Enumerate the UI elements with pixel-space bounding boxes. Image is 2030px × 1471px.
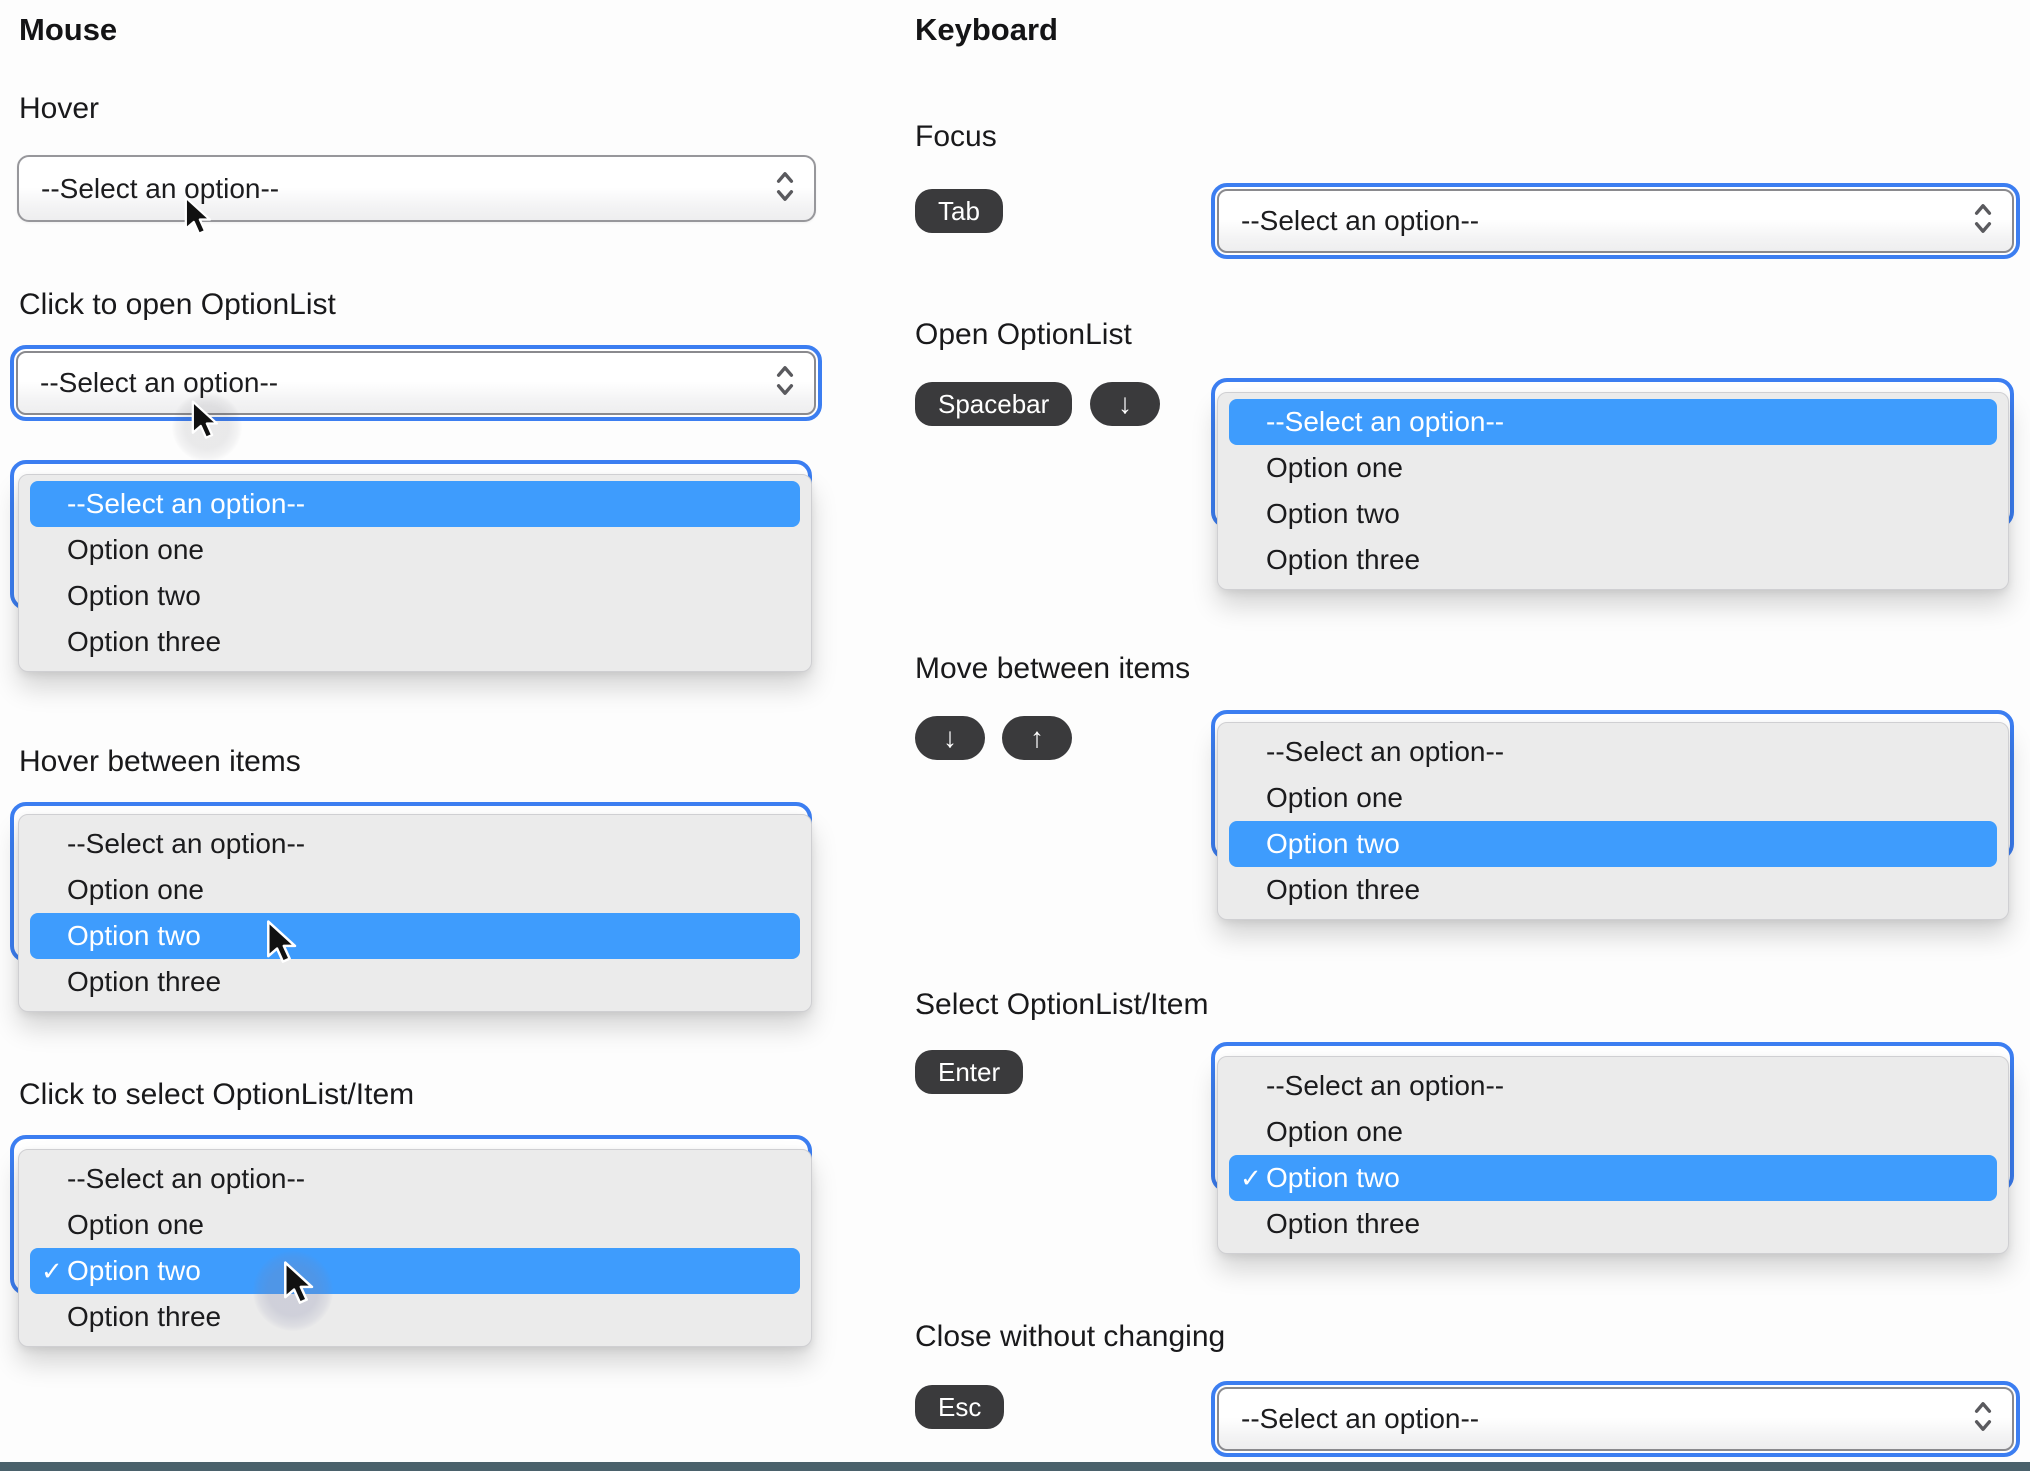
optionlist-item-selected[interactable]: ✓ Option two xyxy=(1229,1155,1997,1201)
select-hover[interactable]: --Select an option-- xyxy=(17,155,816,222)
optionlist-item[interactable]: Option three xyxy=(19,959,811,1005)
optionlist-item-hovered[interactable]: Option two xyxy=(30,913,800,959)
optionlist-item-selected[interactable]: --Select an option-- xyxy=(1229,399,1997,445)
optionlist-panel: --Select an option-- Option one Option t… xyxy=(18,474,812,672)
optionlist-item[interactable]: Option one xyxy=(19,1202,811,1248)
key-spacebar: Spacebar xyxy=(915,382,1073,426)
optionlist-item[interactable]: Option one xyxy=(19,527,811,573)
optionlist-item[interactable]: --Select an option-- xyxy=(19,1156,811,1202)
optionlist-item[interactable]: --Select an option-- xyxy=(1218,729,2008,775)
optionlist-panel: --Select an option-- Option one Option t… xyxy=(1217,722,2009,920)
section-label-click-select: Click to select OptionList/Item xyxy=(19,1078,415,1111)
select-value: --Select an option-- xyxy=(1241,205,1480,236)
optionlist-hover-items: --Select an option-- Option one Option t… xyxy=(10,802,818,1018)
select-value: --Select an option-- xyxy=(41,172,280,204)
mouse-cursor-icon xyxy=(282,1261,320,1310)
optionlist-item[interactable]: Option three xyxy=(1218,1201,2008,1247)
key-arrow-up: ↑ xyxy=(1002,716,1072,760)
optionlist-item[interactable]: Option two xyxy=(1218,491,2008,537)
optionlist-item[interactable]: --Select an option-- xyxy=(1218,1063,2008,1109)
key-esc: Esc xyxy=(915,1385,1005,1429)
optionlist-item-selected[interactable]: --Select an option-- xyxy=(30,481,800,527)
chevron-updown-icon xyxy=(774,169,796,208)
optionlist-panel: --Select an option-- Option one ✓ Option… xyxy=(1217,1056,2009,1254)
chevron-updown-icon xyxy=(1972,202,1994,241)
optionlist-item[interactable]: Option three xyxy=(1218,537,2008,583)
keyboard-column-title: Keyboard xyxy=(915,12,1058,47)
key-arrow-down: ↓ xyxy=(1090,382,1160,426)
select-click-open-focused[interactable]: --Select an option-- xyxy=(10,345,822,421)
optionlist-item[interactable]: Option one xyxy=(1218,1109,2008,1155)
select-close-focused[interactable]: --Select an option-- xyxy=(1211,1381,2020,1457)
select-value: --Select an option-- xyxy=(40,367,279,398)
optionlist-click-open: --Select an option-- Option one Option t… xyxy=(10,460,818,684)
optionlist-item[interactable]: Option three xyxy=(19,1294,811,1340)
key-arrow-down: ↓ xyxy=(915,716,985,760)
optionlist-select: --Select an option-- Option one ✓ Option… xyxy=(1211,1042,2014,1260)
bottom-divider xyxy=(0,1462,2030,1471)
optionlist-item[interactable]: --Select an option-- xyxy=(19,821,811,867)
optionlist-item[interactable]: Option one xyxy=(1218,445,2008,491)
optionlist-click-select: --Select an option-- Option one ✓ Option… xyxy=(10,1135,818,1351)
checkmark-icon: ✓ xyxy=(41,1256,63,1286)
optionlist-open: --Select an option-- Option one Option t… xyxy=(1211,378,2014,602)
mouse-cursor-icon xyxy=(183,196,217,241)
section-label-click-open: Click to open OptionList xyxy=(19,288,336,321)
optionlist-panel: --Select an option-- Option one Option t… xyxy=(1217,392,2009,590)
section-label-hover: Hover xyxy=(19,92,100,125)
key-tab: Tab xyxy=(915,189,1003,233)
optionlist-item[interactable]: Option three xyxy=(19,619,811,665)
mouse-cursor-icon xyxy=(265,920,303,969)
optionlist-item-active[interactable]: Option two xyxy=(1229,821,1997,867)
optionlist-item[interactable]: Option two xyxy=(19,573,811,619)
optionlist-item[interactable]: Option one xyxy=(19,867,811,913)
section-label-hover-items: Hover between items xyxy=(19,745,301,778)
chevron-updown-icon xyxy=(774,364,796,403)
optionlist-item-selected[interactable]: ✓ Option two xyxy=(30,1248,800,1294)
optionlist-item[interactable]: Option one xyxy=(1218,775,2008,821)
key-enter: Enter xyxy=(915,1050,1024,1094)
optionlist-panel: --Select an option-- Option one Option t… xyxy=(18,814,812,1012)
optionlist-panel: --Select an option-- Option one ✓ Option… xyxy=(18,1149,812,1347)
chevron-updown-icon xyxy=(1972,1400,1994,1439)
select-focus-focused[interactable]: --Select an option-- xyxy=(1211,183,2020,259)
checkmark-icon: ✓ xyxy=(1240,1163,1262,1193)
mouse-cursor-icon xyxy=(190,400,224,445)
section-label-close: Close without changing xyxy=(915,1320,1226,1353)
optionlist-move: --Select an option-- Option one Option t… xyxy=(1211,710,2014,928)
optionlist-item[interactable]: Option three xyxy=(1218,867,2008,913)
select-value: --Select an option-- xyxy=(1241,1403,1480,1434)
section-label-move: Move between items xyxy=(915,652,1191,685)
mouse-column-title: Mouse xyxy=(19,12,118,47)
section-label-focus: Focus xyxy=(915,120,997,153)
section-label-open: Open OptionList xyxy=(915,318,1132,351)
section-label-select: Select OptionList/Item xyxy=(915,988,1209,1021)
